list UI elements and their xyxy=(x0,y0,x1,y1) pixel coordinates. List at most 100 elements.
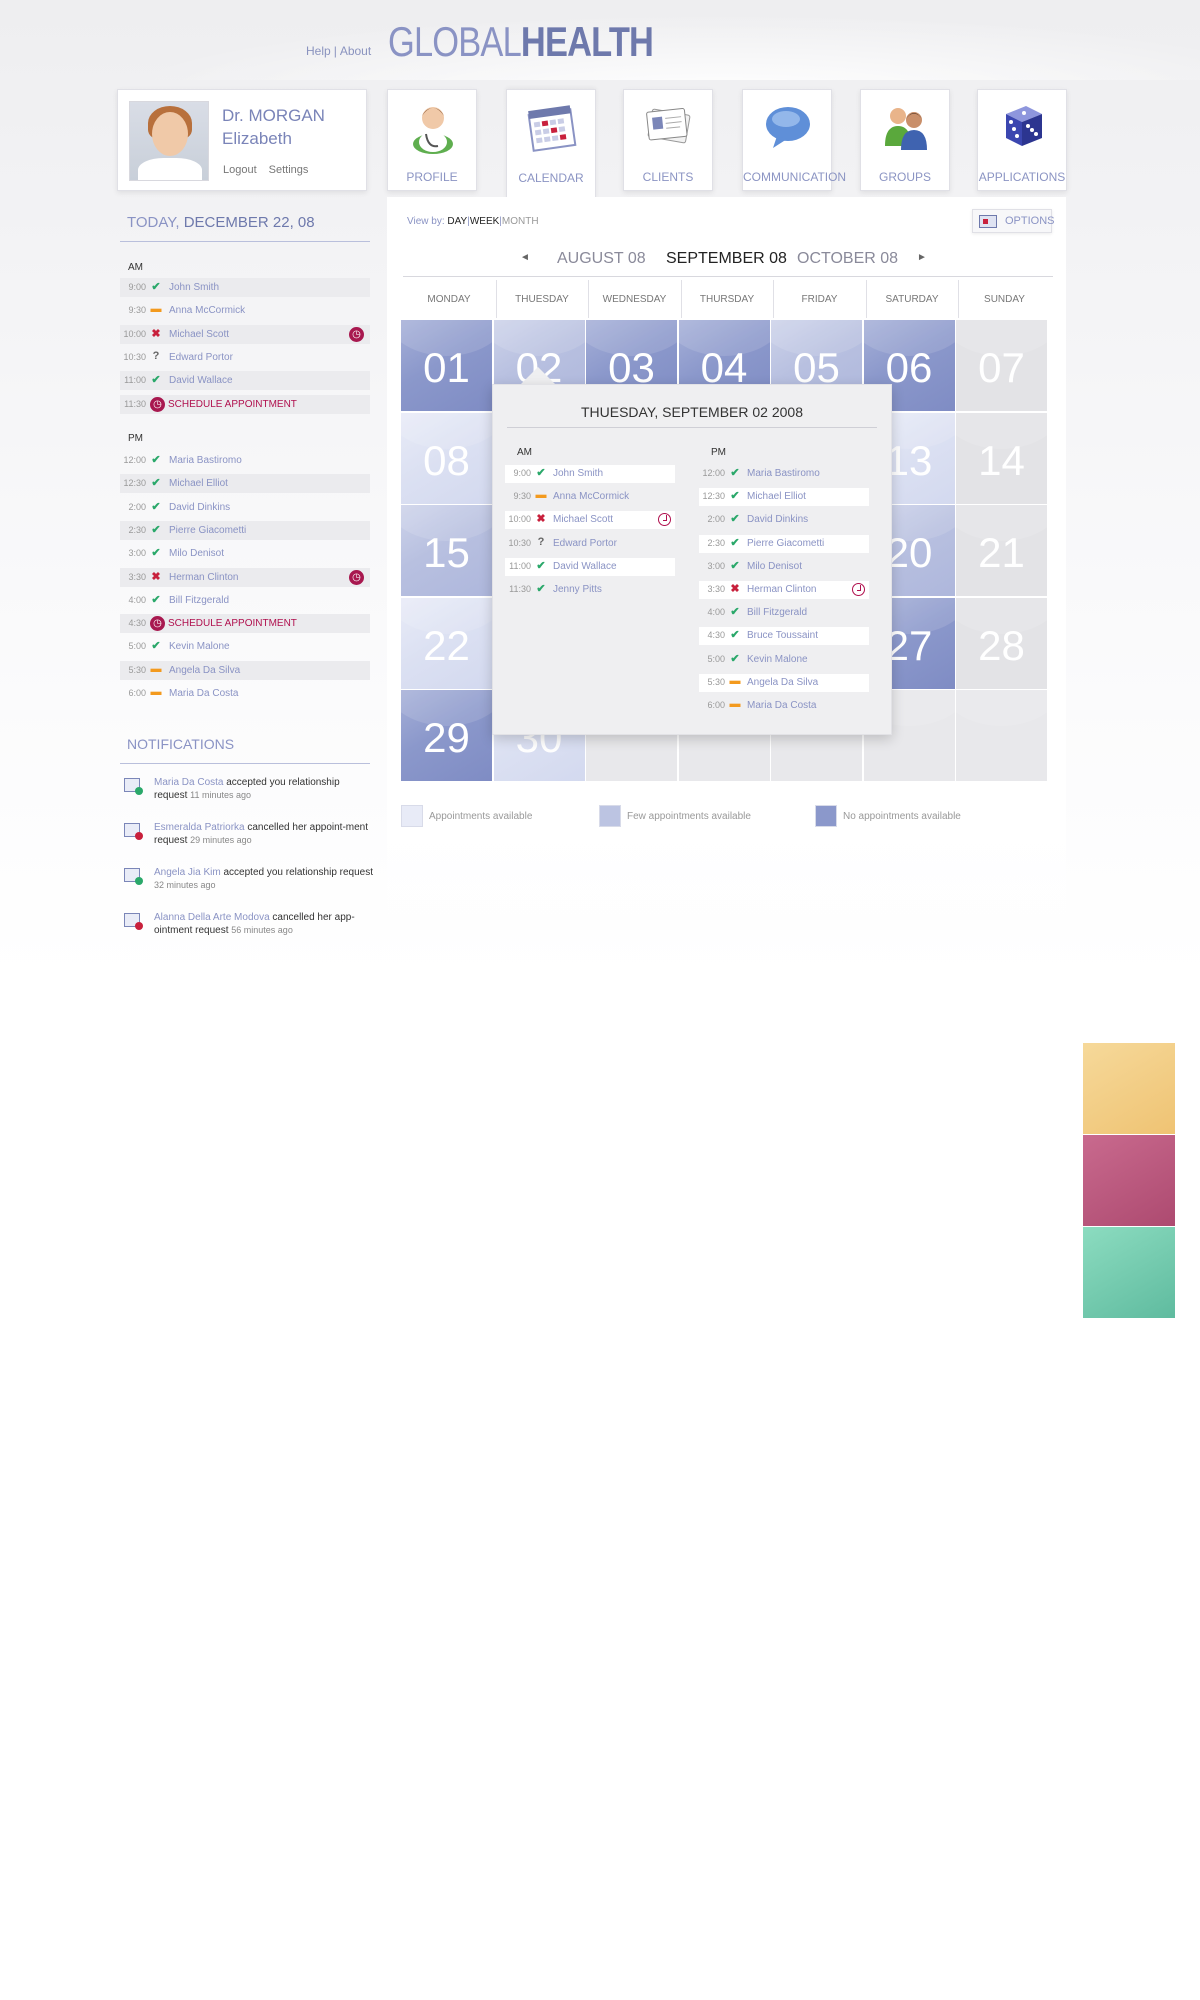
nav-tab-calendar[interactable]: CALENDAR xyxy=(506,89,596,201)
popup-appointment-row[interactable]: 10:00 ✖ Michael Scott xyxy=(505,511,675,530)
appointment-time: 10:00 xyxy=(508,514,531,525)
status-icon: ✔ xyxy=(730,513,740,526)
notification-user[interactable]: Alanna Della Arte Modova xyxy=(154,912,270,923)
appointment-time: 2:30 xyxy=(707,537,725,548)
appointment-row[interactable]: 2:00 ✔ David Dinkins xyxy=(120,498,370,517)
reschedule-clock-icon[interactable]: ◷ xyxy=(349,326,364,342)
schedule-appointment-button[interactable]: 11:30 ◷ SCHEDULE APPOINTMENT xyxy=(120,394,370,414)
schedule-appointment-button[interactable]: 4:30 ◷ SCHEDULE APPOINTMENT xyxy=(120,614,370,634)
about-link[interactable]: About xyxy=(340,44,371,58)
appointment-time: 4:30 xyxy=(128,618,146,629)
day-cell[interactable]: 22 xyxy=(401,597,492,689)
popup-appointment-row[interactable]: 2:30 ✔ Pierre Giacometti xyxy=(699,534,869,553)
appointment-row[interactable]: 3:30 ✖ Herman Clinton ◷ xyxy=(120,567,370,587)
nav-tab-groups[interactable]: GROUPS xyxy=(860,89,950,191)
popup-appointment-row[interactable]: 4:30 ✔ Bruce Toussaint xyxy=(699,627,869,646)
appointment-time: 6:00 xyxy=(707,700,725,710)
day-cell[interactable]: 21 xyxy=(956,505,1047,596)
appointment-time: 10:30 xyxy=(508,537,531,548)
view-by-label: View by: xyxy=(407,216,445,227)
prev-month-arrow-icon[interactable]: ◄ xyxy=(520,252,530,263)
appointment-row[interactable]: 4:00 ✔ Bill Fitzgerald xyxy=(120,591,370,610)
prev-month[interactable]: AUGUST 08 xyxy=(557,250,646,268)
status-icon: ✔ xyxy=(151,547,161,560)
appointment-time: 11:00 xyxy=(124,375,146,386)
notification-user[interactable]: Angela Jia Kim xyxy=(154,867,221,878)
options-button[interactable]: OPTIONS xyxy=(972,209,1055,233)
nav-tab-clients[interactable]: CLIENTS xyxy=(623,89,713,191)
popup-appointment-row[interactable]: 6:00 ▬ Maria Da Costa xyxy=(699,697,869,715)
popup-appointment-row[interactable]: 11:00 ✔ David Wallace xyxy=(505,557,675,576)
next-month-arrow-icon[interactable]: ► xyxy=(917,252,927,263)
view-month-option[interactable]: MONTH xyxy=(502,216,539,227)
next-month[interactable]: OCTOBER 08 xyxy=(797,250,898,268)
popup-appointment-row[interactable]: 2:00 ✔ David Dinkins xyxy=(699,511,869,529)
notification-text: Maria Da Costa accepted you relationship… xyxy=(154,776,374,802)
logout-link[interactable]: Logout xyxy=(223,164,257,176)
notification-user[interactable]: Esmeralda Patriorka xyxy=(154,822,245,833)
appointment-row[interactable]: 11:00 ✔ David Wallace xyxy=(120,371,370,391)
status-icon: ✔ xyxy=(151,593,161,606)
popup-appointment-row[interactable]: 11:30 ✔ Jenny Pitts xyxy=(505,581,675,599)
view-day-option[interactable]: DAY xyxy=(447,216,467,227)
day-cell[interactable]: 08 xyxy=(401,412,492,504)
day-cell[interactable]: 07 xyxy=(956,320,1047,411)
appointment-row[interactable]: 3:00 ✔ Milo Denisot xyxy=(120,544,370,563)
popup-appointment-row[interactable]: 9:30 ▬ Anna McCormick xyxy=(505,488,675,506)
appointment-row[interactable]: 6:00 ▬ Maria Da Costa xyxy=(120,684,370,703)
current-month: SEPTEMBER 08 xyxy=(666,250,787,267)
popup-appointment-row[interactable]: 12:30 ✔ Michael Elliot xyxy=(699,488,869,507)
patient-name: Milo Denisot xyxy=(169,548,225,560)
appointment-row[interactable]: 12:30 ✔ Michael Elliot xyxy=(120,474,370,494)
nav-tab-profile[interactable]: PROFILE xyxy=(387,89,477,191)
month-nav-divider xyxy=(403,276,1053,277)
appointment-row[interactable]: 5:30 ▬ Angela Da Silva xyxy=(120,660,370,680)
day-cell[interactable]: 29 xyxy=(401,690,492,781)
notification-user[interactable]: Maria Da Costa xyxy=(154,777,223,788)
status-icon: ▬ xyxy=(729,698,741,710)
nav-tab-communication[interactable]: COMMUNICATION xyxy=(742,89,846,191)
day-cell[interactable]: 14 xyxy=(956,412,1047,504)
patient-name: Bruce Toussaint xyxy=(747,630,818,642)
appointment-time: 3:30 xyxy=(128,571,146,582)
reschedule-clock-icon[interactable] xyxy=(658,513,671,527)
popup-appointment-row[interactable]: 3:30 ✖ Herman Clinton xyxy=(699,581,869,599)
popup-appointment-row[interactable]: 4:00 ✔ Bill Fitzgerald xyxy=(699,604,869,622)
appointment-time: 9:30 xyxy=(513,491,531,502)
legend-none-label: No appointments available xyxy=(843,811,961,822)
notification-time: 56 minutes ago xyxy=(231,925,293,935)
day-cell[interactable]: 01 xyxy=(401,320,492,411)
popup-appointment-row[interactable]: 9:00 ✔ John Smith xyxy=(505,465,675,483)
popup-appointment-row[interactable]: 10:30? Edward Portor xyxy=(505,535,675,553)
patient-name: Herman Clinton xyxy=(169,571,239,583)
appointment-row[interactable]: 5:00 ✔ Kevin Malone xyxy=(120,637,370,656)
appointment-time: 9:00 xyxy=(513,468,531,478)
view-week-option[interactable]: WEEK xyxy=(470,216,499,227)
settings-link[interactable]: Settings xyxy=(269,164,309,176)
popup-appointment-row[interactable]: 3:00 ✔ Milo Denisot xyxy=(699,558,869,576)
reschedule-clock-icon[interactable] xyxy=(852,583,865,596)
popup-appointment-row[interactable]: 12:00 ✔ Maria Bastiromo xyxy=(699,465,869,483)
day-detail-popup: THUESDAY, SEPTEMBER 02 2008 AM PM 9:00 ✔ J… xyxy=(492,384,892,735)
appointment-row[interactable]: 12:00 ✔ Maria Bastiromo xyxy=(120,451,370,470)
appointment-time: 2:00 xyxy=(707,514,725,525)
patient-name: David Wallace xyxy=(169,375,233,387)
appointment-row[interactable]: 10:00 ✖ Michael Scott ◷ xyxy=(120,324,370,344)
appointment-row[interactable]: 9:30 ▬ Anna McCormick xyxy=(120,301,370,320)
appointment-row[interactable]: 10:30? Edward Portor xyxy=(120,348,370,367)
appointment-time: 10:00 xyxy=(123,328,146,339)
day-cell[interactable]: 15 xyxy=(401,505,492,596)
today-heading: TODAY, DECEMBER 22, 08 xyxy=(127,214,315,231)
reschedule-clock-icon[interactable]: ◷ xyxy=(349,569,364,585)
notification-text: Esmeralda Patriorka cancelled her appoin… xyxy=(154,821,374,847)
popup-appointment-row[interactable]: 5:00 ✔ Kevin Malone xyxy=(699,651,869,669)
day-cell[interactable]: 28 xyxy=(956,597,1047,689)
doctor-icon xyxy=(413,107,453,154)
popup-appointment-row[interactable]: 5:30 ▬ Angela Da Silva xyxy=(699,673,869,692)
legend-available-label: Appointments available xyxy=(429,811,533,822)
appointment-row[interactable]: 9:00 ✔ John Smith xyxy=(120,278,370,297)
help-link[interactable]: Help xyxy=(306,44,331,58)
nav-tab-applications[interactable]: APPLICATIONS xyxy=(977,89,1067,191)
appointment-row[interactable]: 2:30 ✔ Pierre Giacometti xyxy=(120,520,370,540)
patient-name: Maria Da Costa xyxy=(169,688,239,699)
